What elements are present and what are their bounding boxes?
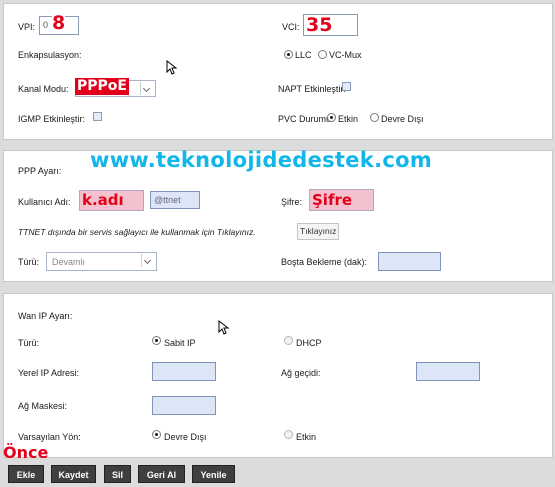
gateway-input[interactable]: [416, 362, 480, 381]
chevron-down-icon: [141, 254, 155, 267]
vpi-label: VPI:: [18, 22, 36, 32]
pvc-status-label: PVC Durumu:: [278, 114, 334, 124]
netmask-input[interactable]: [152, 396, 216, 415]
pvc-disabled-label: Devre Dışı: [381, 114, 424, 124]
napt-label: NAPT Etkinleştir:: [278, 84, 346, 94]
username-domain-field: @ttnet: [150, 191, 200, 209]
pvc-enabled-label: Etkin: [338, 114, 359, 124]
igmp-label: IGMP Etkinleştir:: [18, 114, 85, 124]
channel-mode-label: Kanal Modu:: [18, 84, 69, 94]
local-ip-input[interactable]: [152, 362, 216, 381]
password-input[interactable]: Şifre: [309, 189, 374, 211]
wan-section-label: Wan IP Ayarı:: [18, 311, 73, 321]
local-ip-label: Yerel IP Adresi:: [18, 368, 80, 378]
wan-type-label: Türü:: [18, 338, 40, 348]
idle-timeout-input[interactable]: [378, 252, 441, 271]
add-button[interactable]: Ekle: [8, 465, 44, 483]
pvc-disabled-radio[interactable]: [370, 113, 379, 122]
ttnet-link-button[interactable]: Tıklayınız: [297, 223, 340, 240]
default-route-label: Varsayılan Yön:: [18, 432, 81, 442]
ppp-section-label: PPP Ayarı:: [18, 166, 62, 176]
idle-timeout-label: Boşta Bekleme (dak):: [281, 257, 368, 267]
encap-llc-label: LLC: [295, 50, 312, 60]
default-route-enabled-label: Etkin: [296, 432, 317, 442]
undo-button[interactable]: Geri Al: [138, 465, 185, 483]
username-domain-text: @ttnet: [154, 195, 181, 205]
encap-llc-radio[interactable]: [284, 50, 293, 59]
default-route-disabled-radio[interactable]: [152, 430, 161, 439]
delete-button[interactable]: Sil: [104, 465, 131, 483]
mouse-pointer-icon: [218, 320, 230, 335]
ppp-type-value: Devamlı: [52, 257, 86, 267]
wan-static-label: Sabit IP: [164, 338, 196, 348]
watermark-text: www.teknolojidedestek.com: [90, 148, 433, 172]
vpi-prefix: 0: [43, 20, 49, 30]
vpi-value-annotation: 8: [52, 12, 66, 34]
ppp-type-label: Türü:: [18, 257, 40, 267]
netmask-label: Ağ Maskesi:: [18, 401, 68, 411]
save-button[interactable]: Kaydet: [51, 465, 96, 483]
wan-dhcp-radio[interactable]: [284, 336, 293, 345]
mouse-pointer-icon: [166, 60, 178, 75]
igmp-checkbox[interactable]: [93, 112, 102, 121]
username-label: Kullanıcı Adı:: [18, 197, 71, 207]
pvc-enabled-radio[interactable]: [327, 113, 336, 122]
napt-checkbox[interactable]: [342, 82, 351, 91]
before-caption: Önce: [3, 443, 49, 462]
ttnet-note: TTNET dışında bir servis sağlayıcı ile k…: [18, 227, 256, 237]
password-label: Şifre:: [281, 197, 303, 207]
refresh-button[interactable]: Yenile: [192, 465, 235, 483]
vci-value-annotation: 35: [306, 14, 333, 36]
vci-label: VCI:: [282, 22, 300, 32]
channel-mode-annotation: PPPoE: [75, 78, 129, 95]
ppp-type-select[interactable]: Devamlı: [46, 252, 157, 271]
encapsulation-label: Enkapsulasyon:: [18, 50, 82, 60]
chevron-down-icon: [140, 82, 154, 95]
default-route-enabled-radio[interactable]: [284, 430, 293, 439]
wan-dhcp-label: DHCP: [296, 338, 322, 348]
encap-vcmux-radio[interactable]: [318, 50, 327, 59]
encap-vcmux-label: VC-Mux: [329, 50, 362, 60]
wan-static-radio[interactable]: [152, 336, 161, 345]
default-route-disabled-label: Devre Dışı: [164, 432, 207, 442]
username-input[interactable]: k.adı: [79, 190, 144, 211]
gateway-label: Ağ geçidi:: [281, 368, 321, 378]
